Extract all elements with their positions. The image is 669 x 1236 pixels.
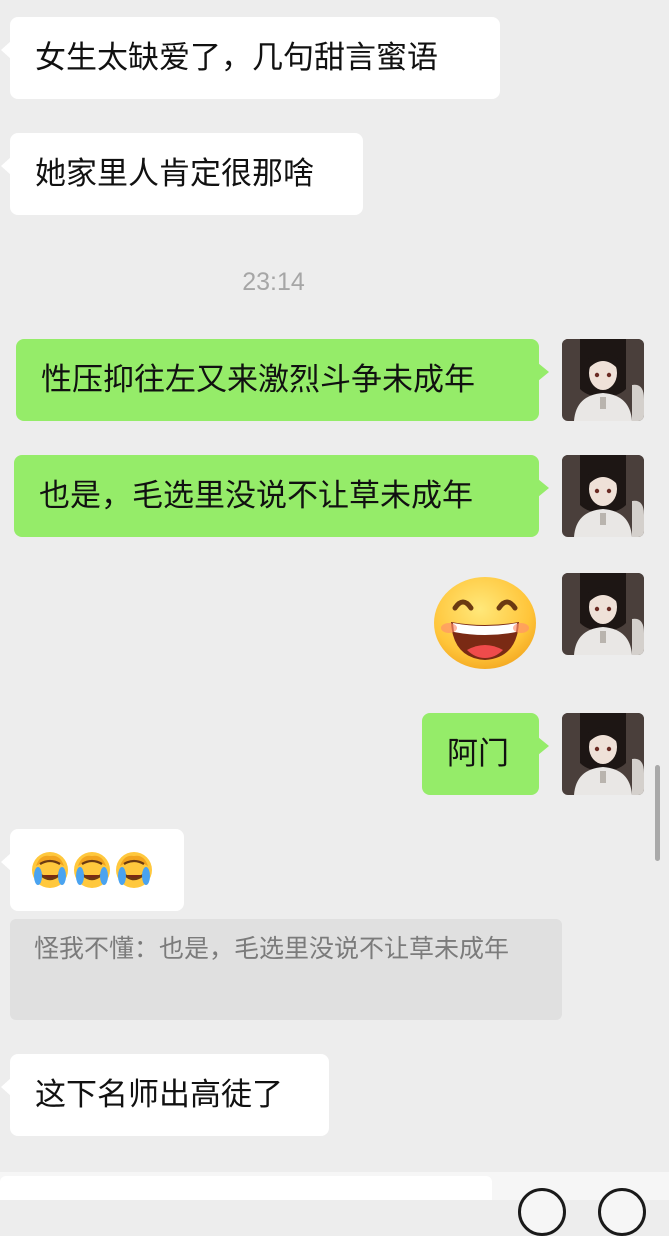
grinning-face-icon	[434, 577, 536, 669]
user-avatar[interactable]	[562, 713, 644, 795]
message-text: 这下名师出高徒了	[35, 1077, 283, 1113]
message-text: 她家里人肯定很那啥	[35, 156, 314, 192]
face-palm-emoji-icon	[114, 850, 154, 890]
message-timestamp: 23:14	[242, 268, 305, 296]
message-outgoing[interactable]: 阿门	[422, 713, 549, 795]
message-text: 性压抑往左又来激烈斗争未成年	[41, 362, 475, 398]
message-text: 女生太缺爱了，几句甜言蜜语	[35, 40, 438, 76]
message-outgoing[interactable]: 性压抑往左又来激烈斗争未成年	[16, 339, 549, 421]
message-incoming[interactable]: 女生太缺爱了，几句甜言蜜语	[1, 17, 500, 99]
face-palm-emoji-icon	[30, 850, 70, 890]
grinning-face-emoji[interactable]	[433, 576, 537, 670]
message-input[interactable]	[0, 1176, 492, 1200]
avatar-icon	[562, 455, 644, 537]
quoted-message[interactable]: 怪我不懂：也是，毛选里没说不让草未成年	[10, 919, 562, 1020]
message-incoming[interactable]	[1, 829, 184, 911]
quoted-message-text: 怪我不懂：也是，毛选里没说不让草未成年	[34, 934, 510, 963]
avatar-icon	[562, 339, 644, 421]
user-avatar[interactable]	[562, 455, 644, 537]
user-avatar[interactable]	[562, 339, 644, 421]
avatar-icon	[562, 713, 644, 795]
plus-button[interactable]	[598, 1188, 646, 1236]
emoji-button[interactable]	[518, 1188, 566, 1236]
message-incoming[interactable]: 她家里人肯定很那啥	[1, 133, 363, 215]
message-text: 也是，毛选里没说不让草未成年	[39, 478, 473, 514]
user-avatar[interactable]	[562, 573, 644, 655]
message-text: 阿门	[447, 736, 509, 772]
avatar-icon	[562, 573, 644, 655]
face-palm-emoji-icon	[72, 850, 112, 890]
message-incoming[interactable]: 这下名师出高徒了	[1, 1054, 329, 1136]
chat-view: 女生太缺爱了，几句甜言蜜语 她家里人肯定很那啥 23:14 性压抑往左又来激烈斗…	[0, 0, 669, 1236]
scrollbar[interactable]	[655, 765, 660, 861]
message-outgoing[interactable]: 也是，毛选里没说不让草未成年	[14, 455, 549, 537]
